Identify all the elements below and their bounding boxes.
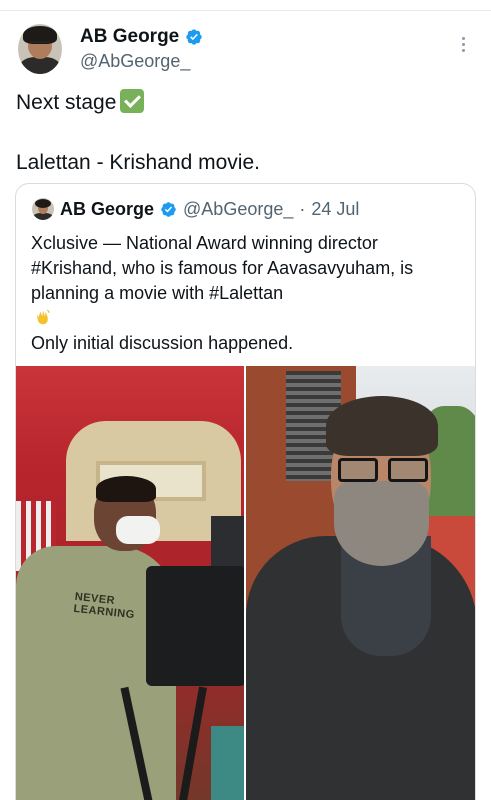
verified-badge-icon (161, 201, 176, 217)
clapping-hands-icon (36, 309, 50, 325)
author-name-row: AB George (80, 26, 203, 48)
tweet-author: AB George @AbGeorge_ (18, 24, 473, 76)
tweet-text-line-2: Lalettan - Krishand movie. (16, 151, 260, 174)
verified-badge-icon (186, 29, 202, 45)
quoted-avatar (32, 198, 54, 220)
quoted-handle: @AbGeorge_ (183, 198, 294, 219)
tweet-text: Next stage Lalettan - Krishand movie. (16, 88, 476, 178)
quoted-text-line: Only initial discussion happened. (31, 333, 294, 353)
quoted-tweet-header: AB George @AbGeorge_ · 24 Jul (32, 196, 359, 222)
check-mark-emoji-icon (120, 89, 145, 113)
more-options-icon[interactable] (453, 34, 473, 54)
avatar[interactable] (18, 24, 62, 74)
quoted-text-line: #Krishand, who is famous for Aavasavyuha… (31, 258, 414, 278)
dot-separator: · (299, 198, 306, 219)
author-handle[interactable]: @AbGeorge_ (80, 51, 190, 72)
author-display-name[interactable]: AB George (80, 26, 179, 48)
top-divider (0, 10, 491, 11)
quoted-text-line: planning a movie with #Lalettan (31, 281, 471, 331)
director-photo[interactable]: NEVER LEARNING (16, 366, 244, 800)
quoted-tweet-text: Xclusive — National Award winning direct… (31, 231, 471, 381)
quoted-tweet-card[interactable]: AB George @AbGeorge_ · 24 Jul Xclusive —… (15, 183, 476, 800)
quoted-display-name: AB George (60, 198, 155, 219)
actor-photo[interactable] (246, 366, 475, 800)
quoted-text-line: Xclusive — National Award winning direct… (31, 233, 378, 253)
tweet-text-line-1: Next stage (16, 88, 476, 118)
quoted-date: 24 Jul (311, 198, 360, 219)
quoted-media[interactable]: NEVER LEARNING (16, 366, 475, 800)
